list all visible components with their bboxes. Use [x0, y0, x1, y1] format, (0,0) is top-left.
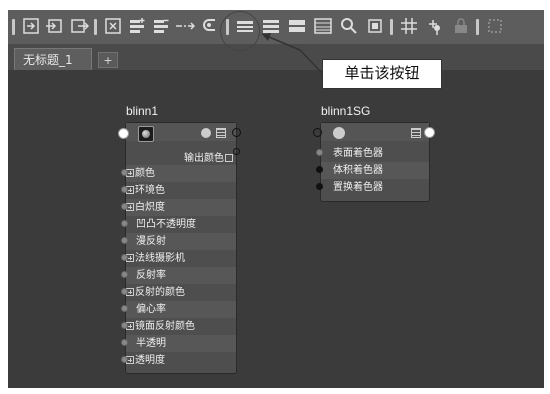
- tab-untitled-1[interactable]: 无标题_1: [14, 48, 92, 70]
- attr-input-port[interactable]: [121, 305, 128, 312]
- blinn1sg-node[interactable]: 表面着色器体积着色器置换着色器: [320, 122, 430, 202]
- attr-input-port[interactable]: [121, 271, 128, 278]
- blinn1-attr-row[interactable]: 反射率: [126, 267, 236, 284]
- attr-label: 表面着色器: [333, 148, 383, 159]
- blinn1-node[interactable]: 输出颜色 颜色环境色白炽度凹凸不透明度 漫反射法线摄影机反射率反射的颜色偏心率镜面…: [125, 122, 237, 374]
- blinn1-attr-row[interactable]: 漫反射: [126, 233, 236, 250]
- blinn1-attr-row[interactable]: 镜面反射颜色: [126, 318, 236, 335]
- attr-input-port[interactable]: [121, 254, 128, 261]
- shading-group-icon: [333, 127, 345, 139]
- custom-mode-icon[interactable]: [312, 15, 334, 37]
- material-swatch-icon: [138, 126, 154, 142]
- blinn1sg-attr-row[interactable]: 表面着色器: [321, 145, 429, 162]
- attr-label: 环境色: [135, 185, 165, 196]
- blinn1-attr-row[interactable]: 偏心率: [126, 301, 236, 318]
- blinn1-attr-row[interactable]: 凹凸不透明度: [126, 216, 236, 233]
- blinn1-output-port[interactable]: [232, 128, 241, 137]
- blinn1-attr-row[interactable]: 环境色: [126, 182, 236, 199]
- callout-label: 单击该按钮: [322, 59, 442, 89]
- attr-input-port[interactable]: [121, 203, 128, 210]
- attr-input-port[interactable]: [316, 149, 323, 156]
- blinn1-attr-row[interactable]: 半透明: [126, 335, 236, 352]
- attr-input-port[interactable]: [121, 322, 128, 329]
- search-icon[interactable]: [338, 15, 360, 37]
- app-frame: 无标题_1 + blinn1 输出颜色 颜色环境色白炽度凹凸不透明度 漫反射法线摄…: [0, 0, 550, 394]
- tab-bar: 无标题_1 +: [8, 44, 544, 70]
- attr-input-port[interactable]: [121, 237, 128, 244]
- attribute-list-icon[interactable]: [216, 128, 226, 138]
- attr-input-port[interactable]: [121, 186, 128, 193]
- graph-input-icon[interactable]: [44, 15, 66, 37]
- toolbar-separator: [12, 19, 15, 35]
- grid-icon[interactable]: [398, 15, 420, 37]
- snap-icon[interactable]: [424, 15, 446, 37]
- attr-label: 透明度: [135, 355, 165, 366]
- attr-input-port[interactable]: [316, 183, 323, 190]
- connect-icon[interactable]: [174, 15, 196, 37]
- attr-label: 颜色: [135, 168, 155, 179]
- full-mode-icon[interactable]: [286, 15, 308, 37]
- node-graph-canvas[interactable]: blinn1 输出颜色 颜色环境色白炽度凹凸不透明度 漫反射法线摄影机反射率反射的…: [8, 70, 544, 388]
- output-color-port[interactable]: [233, 148, 240, 155]
- attr-label: 漫反射: [136, 236, 166, 247]
- attr-label: 偏心率: [136, 304, 166, 315]
- node-editor-toolbar: [8, 10, 544, 44]
- attr-label: 凹凸不透明度: [136, 219, 196, 230]
- attribute-list-icon[interactable]: [411, 128, 421, 138]
- attr-label: 半透明: [136, 338, 166, 349]
- attr-input-port[interactable]: [121, 220, 128, 227]
- blinn1-attr-row[interactable]: 白炽度: [126, 199, 236, 216]
- blinn1sg-attr-row[interactable]: 置换着色器: [321, 179, 429, 196]
- blinn1sg-title: blinn1SG: [321, 104, 371, 118]
- attr-label: 法线摄影机: [135, 253, 185, 264]
- snapshot-icon[interactable]: [364, 15, 386, 37]
- toolbar-separator: [94, 19, 97, 35]
- frame-icon[interactable]: [20, 15, 42, 37]
- blinn1sg-input-port[interactable]: [313, 128, 322, 137]
- blinn1-attr-row[interactable]: 透明度: [126, 352, 236, 369]
- output-color-label: 输出颜色: [184, 149, 233, 164]
- extra-icon[interactable]: [484, 15, 506, 37]
- attr-label: 反射率: [136, 270, 166, 281]
- add-tab-button[interactable]: +: [98, 52, 118, 68]
- clear-graph-icon[interactable]: [102, 15, 124, 37]
- attr-input-port[interactable]: [316, 166, 323, 173]
- blinn1-title: blinn1: [126, 104, 159, 118]
- highlight-circle: [220, 11, 260, 51]
- connected-mode-icon[interactable]: [260, 15, 282, 37]
- attr-label: 体积着色器: [333, 165, 383, 176]
- blinn1sg-output-port[interactable]: [424, 127, 435, 138]
- blinn1-attr-row[interactable]: 颜色: [126, 165, 236, 182]
- rearrange-icon[interactable]: [200, 15, 222, 37]
- graph-output-icon[interactable]: [68, 15, 90, 37]
- attr-label: 白炽度: [135, 202, 165, 213]
- remove-selected-icon[interactable]: [150, 15, 172, 37]
- attr-input-port[interactable]: [121, 169, 128, 176]
- blinn1-attr-row[interactable]: 法线摄影机: [126, 250, 236, 267]
- attr-label: 置换着色器: [333, 182, 383, 193]
- add-selected-icon[interactable]: [126, 15, 148, 37]
- shader-type-icon: [201, 128, 211, 138]
- blinn1sg-attr-row[interactable]: 体积着色器: [321, 162, 429, 179]
- toolbar-separator: [476, 19, 479, 35]
- lock-icon[interactable]: [450, 15, 472, 37]
- attr-label: 镜面反射颜色: [135, 321, 195, 332]
- attr-input-port[interactable]: [121, 339, 128, 346]
- blinn1-attr-row[interactable]: 反射的颜色: [126, 284, 236, 301]
- attr-input-port[interactable]: [121, 356, 128, 363]
- blinn1-input-port[interactable]: [118, 128, 129, 139]
- toolbar-separator: [390, 19, 393, 35]
- attr-input-port[interactable]: [121, 288, 128, 295]
- attr-label: 反射的颜色: [135, 287, 185, 298]
